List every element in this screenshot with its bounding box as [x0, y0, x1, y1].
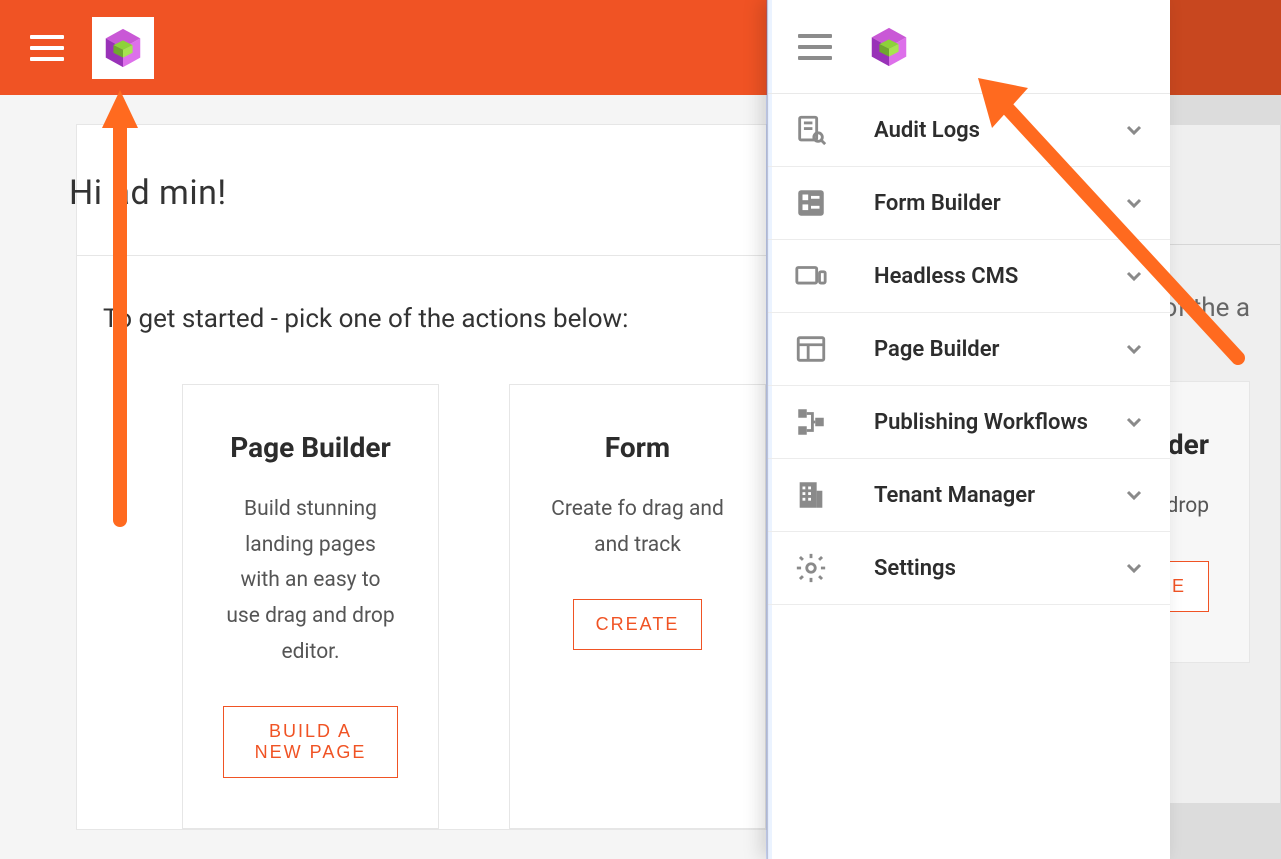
menu-item-publishing-workflows[interactable]: Publishing Workflows: [768, 386, 1170, 459]
app-logo[interactable]: [92, 17, 154, 79]
menu-label: Publishing Workflows: [874, 410, 1122, 435]
topbar: [0, 0, 767, 95]
workflows-icon: [794, 405, 828, 439]
chevron-down-icon: [1122, 483, 1146, 507]
audit-logs-icon: [794, 113, 828, 147]
build-new-page-button[interactable]: BUILD A NEW PAGE: [223, 706, 398, 778]
tenant-manager-icon: [794, 478, 828, 512]
sidebar-header: [768, 0, 1170, 94]
menu-label: Settings: [874, 556, 1122, 581]
menu-label: Page Builder: [874, 337, 1122, 362]
menu-label: Audit Logs: [874, 118, 1122, 143]
main-view-closed: Hi ad min! To get started - pick one of …: [0, 0, 767, 859]
form-builder-card: Form Create fo drag and and track CREATE: [509, 384, 766, 829]
menu-label: Form Builder: [874, 191, 1122, 216]
menu-item-headless-cms[interactable]: Headless CMS: [768, 240, 1170, 313]
menu-item-settings[interactable]: Settings: [768, 532, 1170, 605]
action-cards-row: Page Builder Build stunning landing page…: [77, 384, 766, 829]
menu-item-page-builder[interactable]: Page Builder: [768, 313, 1170, 386]
page-builder-icon: [794, 332, 828, 366]
webiny-logo-icon: [866, 24, 912, 70]
headless-cms-icon: [794, 259, 828, 293]
chevron-down-icon: [1122, 410, 1146, 434]
menu-label: Tenant Manager: [874, 483, 1122, 508]
form-builder-icon: [794, 186, 828, 220]
settings-icon: [794, 551, 828, 585]
greeting-heading: Hi ad min!: [77, 125, 766, 256]
menu-toggle[interactable]: [798, 34, 832, 60]
card-desc: Build stunning landing pages with an eas…: [223, 492, 398, 670]
card-title: Page Builder: [223, 431, 398, 464]
menu-item-tenant-manager[interactable]: Tenant Manager: [768, 459, 1170, 532]
card-title: Form: [550, 431, 725, 464]
page-builder-card: Page Builder Build stunning landing page…: [182, 384, 439, 829]
chevron-down-icon: [1122, 191, 1146, 215]
main-menu: Audit Logs Form Builder Headless CMS: [768, 94, 1170, 605]
chevron-down-icon: [1122, 118, 1146, 142]
chevron-down-icon: [1122, 264, 1146, 288]
chevron-down-icon: [1122, 337, 1146, 361]
menu-item-form-builder[interactable]: Form Builder: [768, 167, 1170, 240]
main-menu-sidebar: Audit Logs Form Builder Headless CMS: [767, 0, 1170, 859]
create-form-button[interactable]: CREATE: [573, 599, 703, 650]
instructions-text: To get started - pick one of the actions…: [53, 256, 766, 384]
menu-label: Headless CMS: [874, 264, 1122, 289]
menu-item-audit-logs[interactable]: Audit Logs: [768, 94, 1170, 167]
menu-toggle[interactable]: [30, 35, 64, 61]
chevron-down-icon: [1122, 556, 1146, 580]
card-desc: Create fo drag and and track: [550, 492, 725, 563]
welcome-card: Hi ad min! To get started - pick one of …: [76, 124, 767, 830]
webiny-logo-icon: [100, 25, 146, 71]
